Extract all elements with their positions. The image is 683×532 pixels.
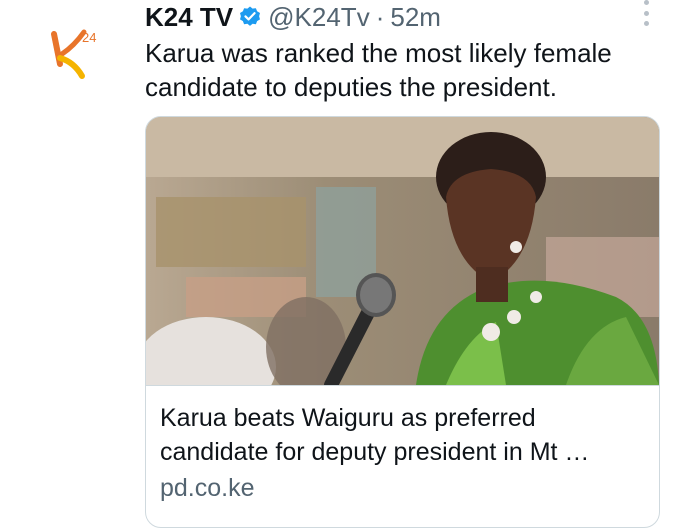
timestamp[interactable]: 52m (390, 2, 441, 32)
separator-dot: · (375, 2, 385, 32)
tweet[interactable]: 24 K24 TV @K24Tv · 52m Karua was ranked … (0, 0, 683, 532)
card-title[interactable]: Karua beats Waiguru as preferred candida… (160, 401, 650, 469)
card-divider (146, 385, 659, 386)
tweet-text: Karua was ranked the most likely female … (145, 38, 612, 102)
avatar[interactable]: 24 (40, 18, 112, 90)
user-handle[interactable]: @K24Tv (268, 2, 370, 32)
card-image[interactable] (146, 117, 659, 385)
news-photo (146, 117, 659, 385)
card-domain[interactable]: pd.co.ke (160, 471, 255, 505)
svg-text:24: 24 (82, 30, 96, 45)
verified-badge-icon (238, 5, 262, 29)
tweet-header: K24 TV @K24Tv · 52m (145, 0, 623, 34)
link-card[interactable]: Karua beats Waiguru as preferred candida… (145, 116, 660, 528)
display-name[interactable]: K24 TV (145, 2, 233, 32)
k24-logo-icon: 24 (51, 29, 96, 79)
more-vertical-icon[interactable] (639, 0, 653, 26)
